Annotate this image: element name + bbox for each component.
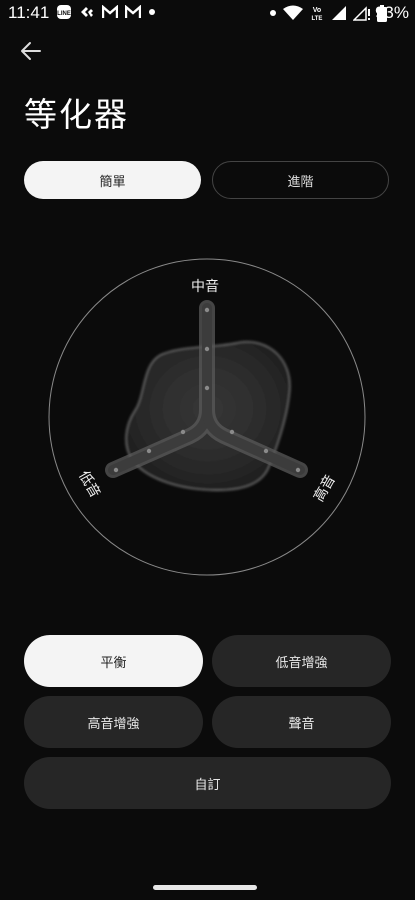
battery-percentage: 93% (374, 3, 409, 22)
tab-advanced[interactable]: 進階 (212, 161, 389, 199)
gmail-icon (102, 5, 118, 18)
preset-balanced-button[interactable]: 平衡 (24, 635, 203, 687)
signal-alert-icon (353, 6, 370, 21)
status-right-icons: Vo LTE (269, 4, 387, 22)
svg-text:Vo: Vo (313, 7, 321, 14)
page-title: 等化器 (24, 95, 129, 134)
preset-bass-boost-button[interactable]: 低音增強 (212, 635, 391, 687)
preset-vocal-button[interactable]: 聲音 (212, 696, 391, 748)
dot-icon (149, 9, 155, 15)
equalizer-dial[interactable] (0, 250, 415, 590)
back-button[interactable] (16, 36, 46, 66)
preset-custom-button[interactable]: 自訂 (24, 757, 391, 809)
status-bar: 11:41 LINE Vo LTE 93% (0, 0, 415, 28)
volte-icon: Vo LTE (312, 7, 323, 22)
preset-treble-boost-button[interactable]: 高音增強 (24, 696, 203, 748)
gmail-icon (125, 5, 141, 18)
status-left-icons: LINE (56, 4, 156, 20)
dot-icon (270, 10, 276, 16)
wallet-icon (81, 7, 93, 17)
signal-icon (332, 6, 346, 20)
mid-label: 中音 (191, 279, 219, 295)
arrow-left-icon (21, 42, 41, 60)
home-indicator[interactable] (153, 885, 257, 890)
svg-text:LINE: LINE (57, 11, 71, 17)
svg-text:LTE: LTE (312, 16, 323, 22)
tab-simple[interactable]: 簡單 (24, 161, 201, 199)
wifi-icon (283, 5, 303, 20)
line-icon: LINE (57, 5, 71, 19)
status-time: 11:41 (8, 3, 50, 22)
